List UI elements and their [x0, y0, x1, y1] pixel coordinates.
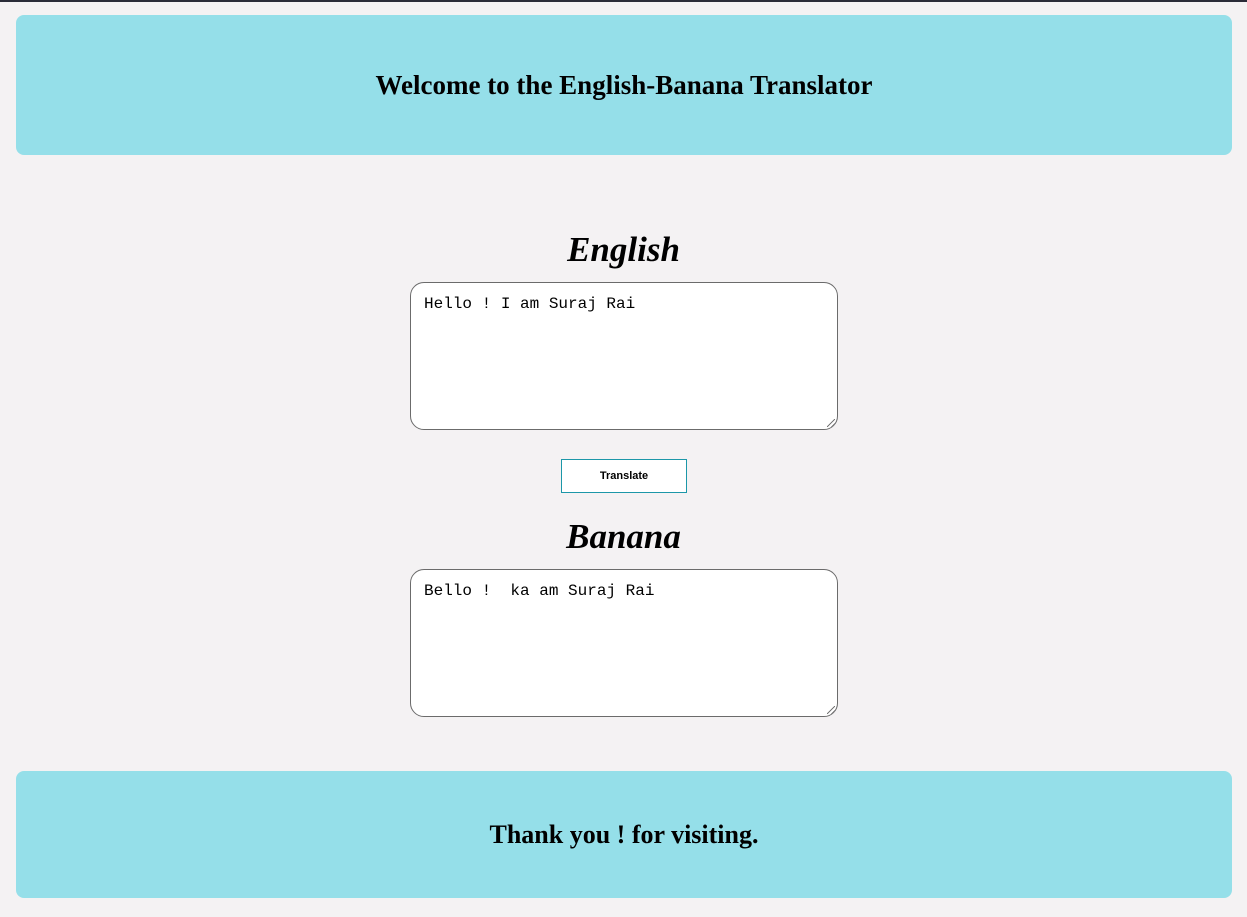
banana-heading: Banana — [566, 517, 681, 556]
footer-banner: Thank you ! for visiting. — [16, 771, 1232, 898]
banana-output-resize-handle[interactable] — [827, 706, 835, 714]
footer-message: Thank you ! for visiting. — [489, 819, 759, 849]
page-title: Welcome to the English-Banana Translator — [375, 69, 873, 100]
english-input-resize-handle[interactable] — [827, 419, 835, 427]
english-input[interactable]: Hello ! I am Suraj Rai — [410, 282, 838, 430]
english-heading: English — [567, 230, 680, 269]
banana-output[interactable]: Bello ! ka am Suraj Rai — [410, 569, 838, 717]
translate-button[interactable]: Translate — [561, 459, 687, 493]
top-strip — [0, 0, 1247, 2]
header-banner: Welcome to the English-Banana Translator — [16, 15, 1232, 155]
